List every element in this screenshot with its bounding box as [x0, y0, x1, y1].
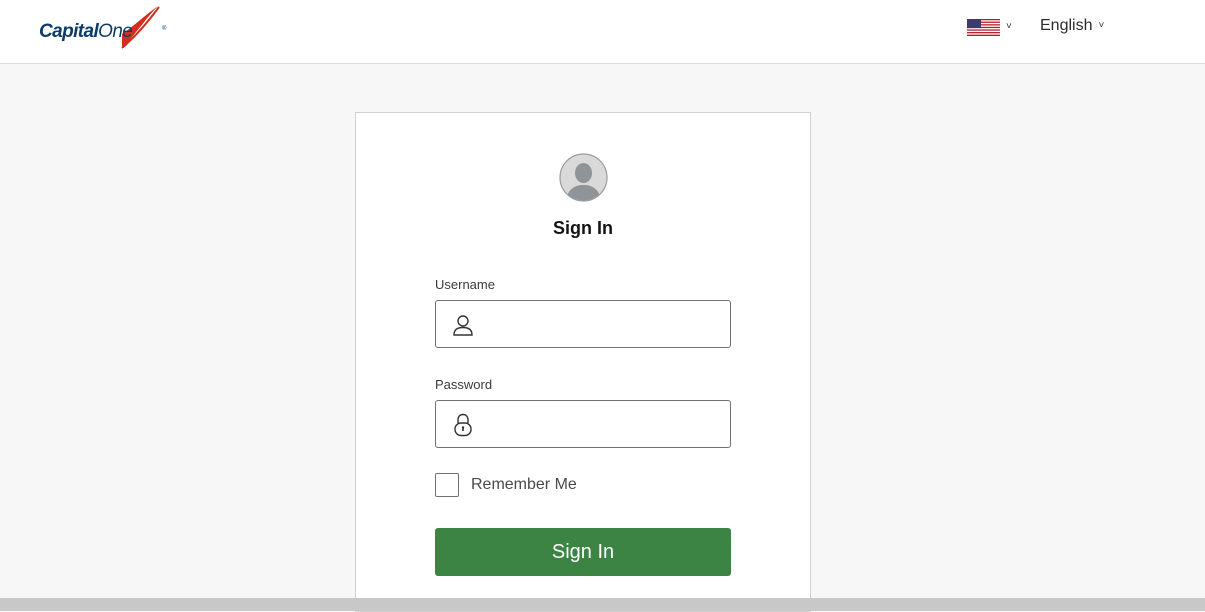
avatar-icon: [559, 153, 608, 202]
remember-me-checkbox[interactable]: [435, 472, 459, 497]
remember-me[interactable]: Remember Me: [435, 472, 577, 497]
horizontal-scrollbar[interactable]: [0, 598, 1205, 611]
password-field[interactable]: [435, 400, 731, 448]
username-input[interactable]: [486, 307, 722, 341]
us-flag-icon: [967, 18, 1000, 36]
sign-in-card: Sign In Username Password Remember Me Si…: [355, 112, 811, 612]
chevron-down-icon: ˅: [1098, 20, 1105, 31]
username-field[interactable]: [435, 300, 731, 348]
logo-wordmark: CapitalOne: [39, 21, 133, 42]
country-selector[interactable]: ˅: [967, 16, 1012, 38]
lock-icon: [454, 413, 472, 437]
password-label: Password: [435, 377, 493, 392]
capital-one-logo[interactable]: CapitalOne ®: [38, 4, 170, 50]
top-header: CapitalOne ® ˅ English ˅: [0, 0, 1205, 64]
password-input[interactable]: [486, 407, 722, 441]
chevron-down-icon: ˅: [1006, 21, 1012, 32]
language-label: English: [1040, 17, 1093, 34]
user-icon: [453, 315, 473, 336]
username-label: Username: [435, 277, 495, 292]
registered-mark: ®: [162, 26, 167, 32]
remember-me-label: Remember Me: [471, 475, 577, 493]
language-selector[interactable]: English ˅: [1040, 16, 1104, 36]
sign-in-title: Sign In: [553, 218, 613, 238]
sign-in-button[interactable]: Sign In: [435, 528, 731, 576]
